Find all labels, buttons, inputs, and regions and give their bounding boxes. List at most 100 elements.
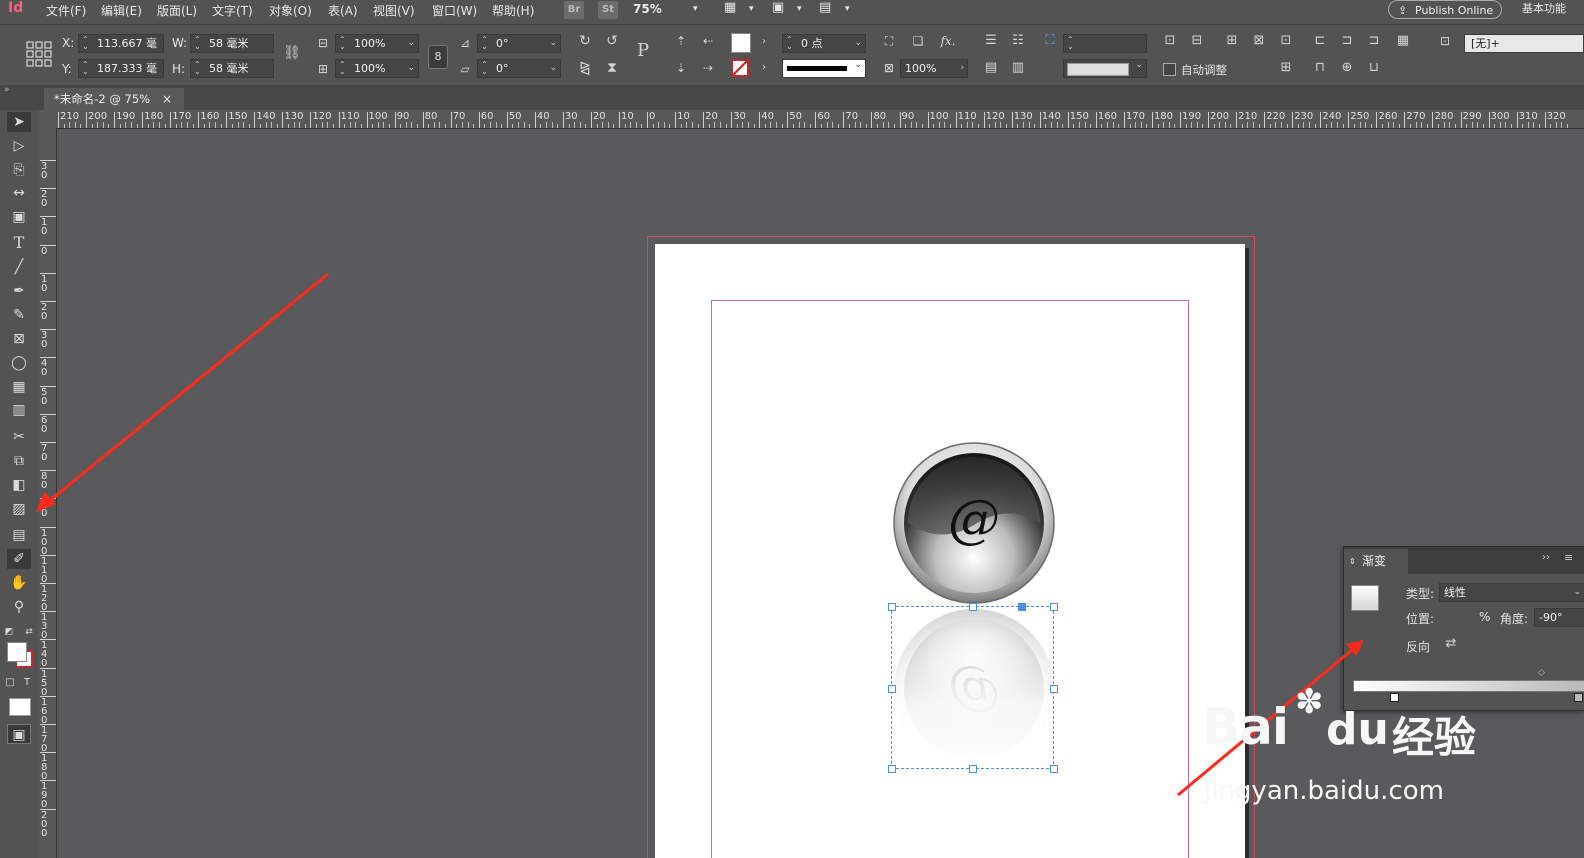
hand-tool-icon[interactable]: ✋ — [7, 573, 31, 593]
tab-document[interactable]: *未命名-2 @ 75% × — [44, 88, 184, 110]
shear-field[interactable]: ⌃ ⌄ 0° ⌄ — [477, 59, 561, 78]
height-field[interactable]: ⌃ ⌄ 58 毫米 — [190, 59, 274, 78]
fill-swatch[interactable] — [731, 33, 751, 53]
chevron-down-icon[interactable]: ⌄ — [854, 60, 862, 70]
menu-table[interactable]: 表(A) — [328, 2, 358, 19]
stock-button[interactable]: St — [598, 1, 618, 19]
vertical-ruler[interactable]: 30 20 10 0 10 20 30 40 50 60 70 80 90 100 110 120 130 140… — [38, 128, 57, 858]
corner-options-icon[interactable]: ⛶ — [1041, 33, 1059, 49]
align-right-icon[interactable]: ⊐ — [1365, 33, 1383, 49]
drop-shadow-icon[interactable]: ❏ — [909, 33, 927, 49]
page-tool-icon[interactable]: ⎘ — [7, 160, 31, 180]
menu-view[interactable]: 视图(V) — [373, 2, 415, 19]
align-hcenter-icon[interactable]: ⊐ — [1338, 33, 1356, 49]
grid-tool-icon[interactable]: ▥ — [7, 400, 31, 420]
formatting-container-icon[interactable]: □ — [3, 673, 17, 693]
arrange-dropdown-icon[interactable]: ▾ — [845, 4, 850, 14]
panel-menu-icon[interactable]: ≡ — [1564, 551, 1573, 564]
align-top-icon[interactable]: ⊓ — [1311, 60, 1329, 76]
bridge-button[interactable]: Br — [564, 1, 584, 19]
view-options-dropdown-icon[interactable]: ▾ — [797, 4, 802, 14]
panel-collapse-icon[interactable]: ⇕ — [1349, 549, 1356, 574]
resize-handle[interactable] — [1050, 603, 1058, 611]
scale-y-field[interactable]: ⌃ ⌄ 100% ⌄ — [335, 59, 419, 78]
swap-colors-icon[interactable]: ⇄ — [22, 622, 36, 642]
rotate-ccw-icon[interactable]: ↺ — [603, 33, 621, 49]
apply-gradient-icon[interactable] — [9, 698, 31, 716]
fit-content-frame-icon[interactable]: ⊡ — [1161, 33, 1179, 49]
menu-type[interactable]: 文字(T) — [212, 2, 253, 19]
text-wrap-none-icon[interactable]: ☰ — [982, 33, 1000, 49]
stroke-type-dropdown[interactable]: ⌄ — [782, 59, 866, 78]
eyedropper-tool-icon[interactable]: ✐ — [7, 549, 31, 569]
rotate-cw-icon[interactable]: ↻ — [576, 33, 594, 49]
resize-handle[interactable] — [1050, 685, 1058, 693]
content-collector-icon[interactable]: ▣ — [7, 207, 31, 227]
gap-tool-icon[interactable]: ↔ — [7, 183, 31, 203]
horizontal-ruler[interactable]: 210 200 190 180 170 160 150 140 130 120 110 100 90 80… — [38, 110, 1584, 129]
gradient-stop-right[interactable] — [1574, 693, 1583, 702]
direct-selection-tool-icon[interactable]: ▷ — [7, 136, 31, 156]
arrange-documents-icon[interactable]: ▤ — [819, 0, 831, 15]
zoom-dropdown-icon[interactable]: ▾ — [693, 4, 698, 14]
chevron-down-icon[interactable]: ⌄ — [407, 60, 415, 77]
formatting-text-icon[interactable]: T — [20, 673, 34, 693]
gradient-position-field[interactable] — [1439, 608, 1475, 627]
type-tool-icon[interactable]: T — [7, 233, 31, 253]
corner-size-field[interactable]: ⌃ ⌄ — [1063, 34, 1147, 53]
opacity-field[interactable]: 100% › — [900, 59, 968, 78]
text-wrap-shape-icon[interactable]: ▤ — [982, 60, 1000, 76]
zoom-tool-icon[interactable]: ⚲ — [7, 597, 31, 617]
gradient-feather-tool-icon[interactable]: ▨ — [7, 499, 31, 519]
auto-fit-checkbox[interactable] — [1163, 63, 1176, 76]
content-aware-fit-icon[interactable]: ⊡ — [1277, 33, 1295, 49]
chevron-down-icon[interactable]: ⌄ — [1135, 60, 1143, 70]
gradient-midpoint-diamond-icon[interactable]: ◇ — [1538, 668, 1545, 678]
fill-menu-chevron-icon[interactable]: › — [755, 34, 773, 50]
object-style-dropdown[interactable]: [无]+ — [1464, 34, 1584, 53]
resize-handle[interactable] — [969, 765, 977, 773]
chevron-right-icon[interactable]: › — [960, 60, 964, 77]
resize-handle[interactable] — [1050, 765, 1058, 773]
menu-layout[interactable]: 版面(L) — [157, 2, 197, 19]
constrain-proportions-icon[interactable]: ⛓ — [283, 45, 301, 61]
workspace-switcher[interactable]: 基本功能 — [1522, 0, 1566, 16]
fitting-icon[interactable]: ⛶ — [880, 33, 898, 49]
screen-mode-normal-icon[interactable]: ▣ — [7, 724, 31, 744]
align-vcenter-icon[interactable]: ⊕ — [1338, 60, 1356, 76]
rotate-field[interactable]: ⌃ ⌄ 0° ⌄ — [477, 34, 561, 53]
stroke-menu-chevron-icon[interactable]: › — [755, 60, 773, 76]
flip-horizontal-icon[interactable]: ⧎ — [576, 60, 594, 76]
menu-help[interactable]: 帮助(H) — [492, 2, 534, 19]
selection-frame[interactable] — [888, 603, 1058, 773]
publish-online-button[interactable]: ⇪ Publish Online — [1388, 0, 1502, 19]
chevron-down-icon[interactable]: ⌄ — [407, 35, 415, 52]
resize-handle[interactable] — [888, 603, 896, 611]
resize-handle[interactable] — [969, 603, 977, 611]
zoom-level[interactable]: 75% — [633, 2, 662, 16]
text-wrap-jump-icon[interactable]: ▥ — [1009, 60, 1027, 76]
selection-tool-icon[interactable]: ➤ — [7, 112, 31, 132]
resize-handle[interactable] — [888, 685, 896, 693]
collapse-toolbox-icon[interactable]: » — [4, 85, 10, 95]
stroke-swatch[interactable] — [731, 59, 749, 77]
fill-frame-icon[interactable]: ⊠ — [1250, 33, 1268, 49]
resize-handle[interactable] — [888, 765, 896, 773]
y-field[interactable]: ⌃ ⌄ 187.333 毫 — [78, 59, 164, 78]
x-field[interactable]: ⌃ ⌄ 113.667 毫 — [78, 34, 164, 53]
fit-proportional-icon[interactable]: ⊞ — [1277, 60, 1295, 76]
align-left-icon[interactable]: ⊏ — [1311, 33, 1329, 49]
reference-point-icon[interactable] — [26, 41, 52, 67]
line-tool-icon[interactable]: ╱ — [7, 257, 31, 277]
center-content-icon[interactable]: ⊞ — [1223, 33, 1241, 49]
reverse-gradient-icon[interactable]: ⇄ — [1442, 636, 1460, 652]
select-next-icon[interactable]: ⇢ — [699, 60, 717, 76]
menu-window[interactable]: 窗口(W) — [432, 2, 477, 19]
flip-vertical-icon[interactable]: ⧗ — [603, 60, 621, 76]
menu-file[interactable]: 文件(F) — [46, 2, 86, 19]
chevron-down-icon[interactable]: ⌄ — [549, 35, 557, 52]
tab-gradient[interactable]: ⇕ 渐变 — [1344, 549, 1408, 574]
content-grabber[interactable] — [1018, 603, 1026, 611]
select-previous-icon[interactable]: ⇠ — [699, 33, 717, 49]
fit-frame-content-icon[interactable]: ⊟ — [1188, 33, 1206, 49]
